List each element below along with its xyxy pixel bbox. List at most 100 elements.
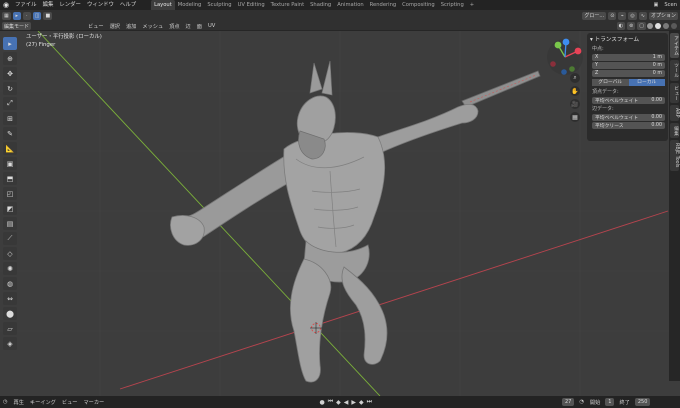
edge-select-icon[interactable]: ◫	[32, 11, 42, 20]
median-y-field[interactable]: Y 0 m	[592, 62, 665, 69]
shrink-fatten-icon[interactable]: ⬤	[3, 307, 17, 320]
add-cube-icon[interactable]: ▣	[3, 157, 17, 170]
tab-modeling[interactable]: Modeling	[175, 0, 205, 10]
proportional-edit-icon[interactable]: ◎	[628, 11, 637, 20]
annotate-icon[interactable]: ✎	[3, 127, 17, 140]
shear-icon[interactable]: ▱	[3, 322, 17, 335]
median-z-field[interactable]: Z 0 m	[592, 70, 665, 77]
view-object-icon[interactable]: ◐	[616, 22, 626, 30]
play-icon[interactable]: ▶	[350, 399, 358, 406]
keying-menu[interactable]: キーイング	[27, 399, 59, 406]
edge-slide-icon[interactable]: ⇔	[3, 292, 17, 305]
vertex-select-icon[interactable]: ·	[22, 11, 31, 20]
measure-icon[interactable]: 📐	[3, 142, 17, 155]
cursor-icon[interactable]: ⊕	[3, 52, 17, 65]
menu-face[interactable]: 面	[194, 23, 205, 30]
jump-start-icon[interactable]: ⏮	[326, 398, 334, 406]
current-frame-field[interactable]: 27	[562, 398, 575, 406]
tab-rbje-tools[interactable]: RBJE Tools	[670, 140, 679, 171]
tab-scripting[interactable]: Scripting	[438, 0, 467, 10]
timeline-editor-icon[interactable]: ◷	[0, 399, 11, 405]
snap-icon[interactable]: ⌁	[618, 11, 627, 20]
transform-orientation-dropdown[interactable]: グロー...	[582, 11, 607, 20]
vertex-bevel-weight-field[interactable]: 平均ベベルウェイト 0.00	[592, 97, 665, 104]
tab-layout[interactable]: Layout	[151, 0, 175, 10]
material-shading-icon[interactable]	[663, 23, 669, 29]
pan-hand-icon[interactable]: ✋	[570, 86, 580, 96]
zoom-icon[interactable]: ⌕	[570, 73, 580, 83]
tab-arp[interactable]: ARP	[670, 105, 679, 121]
menu-uv[interactable]: UV	[205, 23, 218, 30]
bevel-icon[interactable]: ◩	[3, 202, 17, 215]
extrude-icon[interactable]: ⬒	[3, 172, 17, 185]
median-x-field[interactable]: X 1 m	[592, 54, 665, 61]
smooth-icon[interactable]: ◍	[3, 277, 17, 290]
rip-icon[interactable]: ◈	[3, 337, 17, 350]
menu-file[interactable]: ファイル	[12, 0, 40, 10]
transform-icon[interactable]: ⊞	[3, 112, 17, 125]
tab-compositing[interactable]: Compositing	[399, 0, 438, 10]
tab-shading[interactable]: Shading	[307, 0, 334, 10]
global-button[interactable]: グローバル	[592, 79, 629, 86]
select-tool-icon[interactable]: ▸	[12, 11, 21, 20]
tab-uv-editing[interactable]: UV Editing	[235, 0, 268, 10]
xray-icon[interactable]: ▢	[637, 22, 646, 30]
move-icon[interactable]: ✥	[3, 67, 17, 80]
add-workspace-button[interactable]: +	[467, 0, 477, 10]
edge-bevel-weight-field[interactable]: 平均ベベルウェイト 0.00	[592, 114, 665, 121]
pivot-icon[interactable]: ⊙	[608, 11, 617, 20]
menu-vertex[interactable]: 頂点	[166, 23, 182, 30]
rotate-icon[interactable]: ↻	[3, 82, 17, 95]
next-key-icon[interactable]: ◆	[358, 399, 366, 406]
menu-mesh[interactable]: メッシュ	[139, 23, 166, 30]
panel-title[interactable]: ▾ トランスフォーム	[590, 36, 665, 45]
marker-menu[interactable]: マーカー	[80, 399, 107, 406]
face-select-icon[interactable]: ■	[43, 11, 53, 20]
menu-add[interactable]: 追加	[123, 23, 139, 30]
loop-cut-icon[interactable]: ▤	[3, 217, 17, 230]
edge-crease-field[interactable]: 平均クリース 0.00	[592, 122, 665, 129]
graph-icon[interactable]: ∿	[638, 11, 647, 20]
scene-icon[interactable]: ▣	[650, 2, 661, 8]
stopwatch-icon[interactable]: ◔	[576, 399, 587, 405]
tab-edit[interactable]: 編集	[670, 122, 679, 139]
knife-icon[interactable]: ⟋	[3, 232, 17, 245]
menu-help[interactable]: ヘルプ	[117, 0, 139, 10]
select-box-icon[interactable]: ▸	[3, 37, 17, 50]
record-icon[interactable]: ●	[318, 399, 326, 406]
menu-edit[interactable]: 編集	[40, 0, 57, 10]
editor-type-icon[interactable]: ▦	[2, 11, 11, 20]
tab-animation[interactable]: Animation	[334, 0, 366, 10]
overlay-icon[interactable]: ⊚	[627, 22, 636, 30]
blender-logo-icon[interactable]: ◉	[0, 0, 12, 10]
rendered-shading-icon[interactable]	[671, 23, 677, 29]
character-mesh[interactable]	[170, 60, 541, 383]
menu-edge[interactable]: 辺	[183, 23, 194, 30]
inset-icon[interactable]: ◰	[3, 187, 17, 200]
navigation-gizmo[interactable]	[544, 36, 586, 78]
menu-view[interactable]: ビュー	[85, 23, 107, 30]
play-reverse-icon[interactable]: ◀	[342, 399, 350, 406]
solid-shading-icon[interactable]	[655, 23, 661, 29]
spin-icon[interactable]: ✺	[3, 262, 17, 275]
mode-dropdown[interactable]: 編集モード	[2, 22, 32, 30]
end-frame-field[interactable]: 250	[634, 398, 651, 406]
wireframe-shading-icon[interactable]	[647, 23, 653, 29]
tab-texture-paint[interactable]: Texture Paint	[268, 0, 307, 10]
scene-name[interactable]: Scen	[661, 2, 680, 8]
grid-toggle-icon[interactable]: ▦	[570, 112, 580, 122]
tab-item[interactable]: アイテム	[670, 33, 679, 59]
jump-end-icon[interactable]: ⏭	[365, 398, 373, 406]
poly-build-icon[interactable]: ◇	[3, 247, 17, 260]
playback-menu[interactable]: 再生	[11, 399, 27, 406]
options-dropdown[interactable]: オプション	[648, 11, 678, 20]
menu-render[interactable]: レンダー	[56, 0, 84, 10]
tab-sculpting[interactable]: Sculpting	[204, 0, 234, 10]
scale-icon[interactable]: ⤢	[3, 97, 17, 110]
prev-key-icon[interactable]: ◆	[335, 399, 343, 406]
menu-select[interactable]: 選択	[107, 23, 123, 30]
start-frame-field[interactable]: 1	[605, 398, 615, 406]
tab-view[interactable]: ビュー	[670, 82, 679, 104]
menu-window[interactable]: ウィンドウ	[84, 0, 117, 10]
tab-rendering[interactable]: Rendering	[367, 0, 400, 10]
